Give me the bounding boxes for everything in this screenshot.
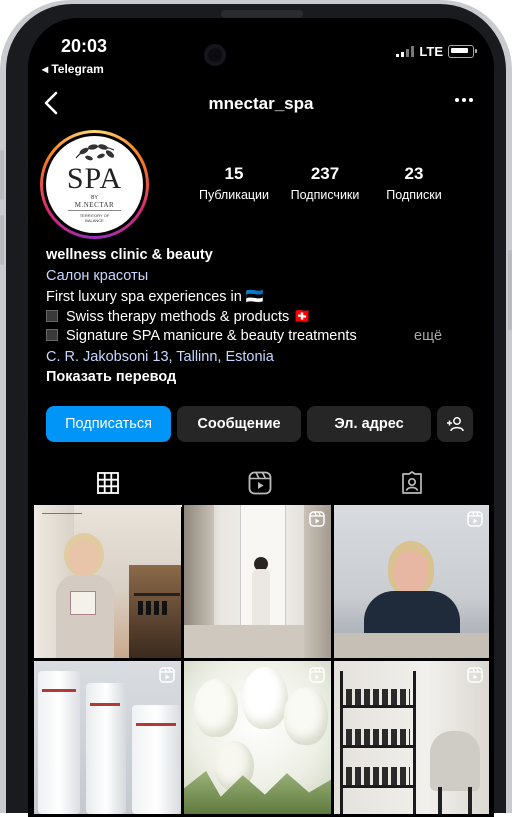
person-add-icon [447, 417, 464, 432]
logo-brand: M.NECTAR [74, 201, 115, 209]
phone-bezel: 20:03 ◂ Telegram LTE mnectar_spa SPA BY … [6, 4, 506, 817]
stat-followers-label: Подписчики [290, 188, 360, 202]
stat-posts-value: 15 [224, 164, 244, 183]
reel-badge-icon [309, 511, 325, 527]
stat-posts[interactable]: 15 Публикации [194, 164, 274, 202]
post-thumbnail[interactable] [334, 505, 489, 658]
volume-up-button [0, 150, 4, 200]
volume-down-button [0, 215, 4, 265]
stat-followers[interactable]: 237 Подписчики [285, 164, 365, 202]
suggest-users-button[interactable] [437, 406, 473, 442]
post-thumbnail[interactable] [184, 505, 331, 658]
logo-text: SPA [66, 162, 123, 195]
bio-line-3-row: Signature SPA manicure & beauty treatmen… [46, 328, 357, 344]
email-button[interactable]: Эл. адрес [307, 406, 431, 442]
bio-category[interactable]: Салон красоты [46, 268, 148, 284]
bio-line-3: Signature SPA manicure & beauty treatmen… [66, 328, 357, 344]
reel-badge-icon [467, 511, 483, 527]
tab-tagged[interactable] [338, 461, 486, 505]
bio-address[interactable]: C. R. Jakobsoni 13, Tallinn, Estonia [46, 349, 274, 365]
reel-badge-icon [467, 667, 483, 683]
tab-reels[interactable] [186, 461, 334, 505]
bio-line-2-row: Swiss therapy methods & products 🇨🇭 [46, 308, 311, 325]
stat-posts-label: Публикации [198, 188, 270, 202]
story-ring[interactable]: SPA BY M.NECTAR TERRITORY OF BALANCE [40, 130, 149, 239]
message-button[interactable]: Сообщение [177, 406, 301, 442]
post-thumbnail[interactable] [34, 505, 181, 658]
stat-followers-value: 237 [310, 164, 340, 183]
bio-more-link[interactable]: ещё [414, 328, 442, 344]
stat-following-value: 23 [404, 164, 424, 183]
tab-posts[interactable] [34, 461, 182, 507]
more-options-button[interactable] [454, 88, 474, 118]
status-icons: LTE [396, 44, 477, 59]
earpiece [221, 10, 303, 18]
reel-badge-icon [309, 667, 325, 683]
bio-line-2: Swiss therapy methods & products 🇨🇭 [66, 309, 312, 325]
bullet-square-icon [46, 329, 58, 341]
reel-badge-icon [159, 667, 175, 683]
reels-icon [248, 471, 272, 495]
phone-frame: 20:03 ◂ Telegram LTE mnectar_spa SPA BY … [0, 0, 512, 817]
grid-icon [97, 472, 119, 494]
profile-tabs [28, 461, 494, 507]
post-thumbnail[interactable] [34, 661, 181, 814]
show-translation-link[interactable]: Показать перевод [46, 369, 176, 385]
network-type: LTE [419, 44, 443, 59]
bio-line-1: First luxury spa experiences in 🇪🇪 [46, 289, 264, 305]
profile-username: mnectar_spa [208, 94, 314, 113]
post-thumbnail[interactable] [184, 661, 331, 814]
front-camera [204, 44, 226, 66]
screen: 20:03 ◂ Telegram LTE mnectar_spa SPA BY … [28, 18, 494, 817]
bullet-square-icon [46, 310, 58, 322]
stat-following-label: Подписки [386, 188, 442, 202]
post-thumbnail[interactable] [334, 661, 489, 814]
logo-divider [68, 210, 121, 211]
more-horizontal-icon [455, 98, 473, 102]
logo-tagline-2: BALANCE [85, 218, 104, 223]
battery-icon [448, 45, 477, 58]
follow-button[interactable]: Подписаться [46, 406, 171, 442]
power-button [508, 250, 512, 330]
back-to-telegram[interactable]: ◂ Telegram [42, 62, 104, 76]
bio-name: wellness clinic & beauty [46, 247, 213, 263]
stat-following[interactable]: 23 Подписки [374, 164, 454, 202]
tagged-icon [402, 471, 422, 494]
avatar[interactable]: SPA BY M.NECTAR TERRITORY OF BALANCE [46, 136, 143, 233]
signal-icon [396, 46, 415, 57]
status-time: 20:03 [61, 36, 108, 56]
